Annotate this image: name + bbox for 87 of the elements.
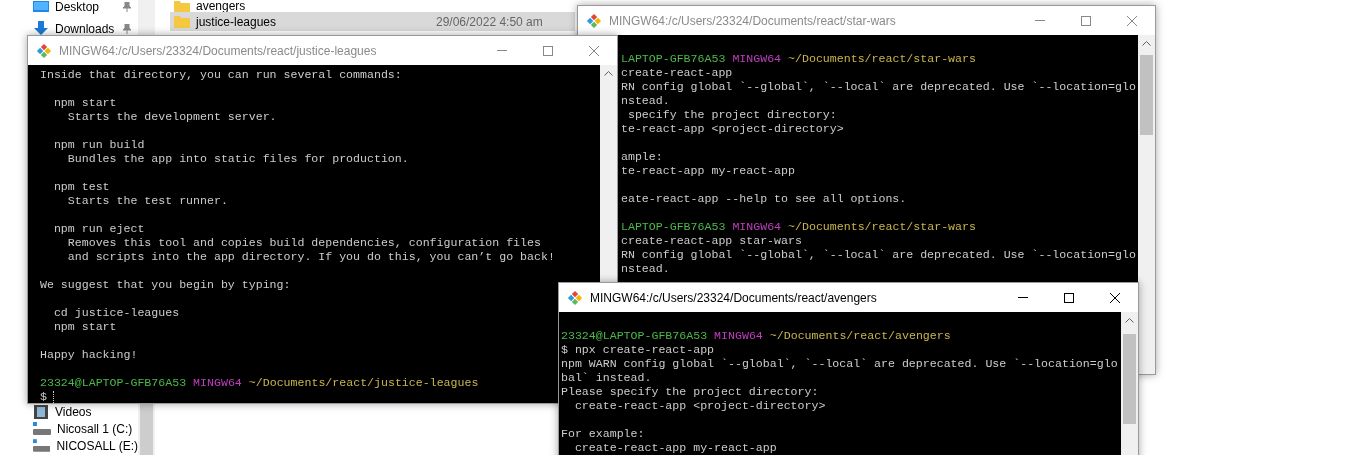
folder-icon — [174, 15, 190, 28]
prompt-user: 23324@LAPTOP-GFB76A53 — [40, 376, 187, 390]
prompt-path: ~/Documents/react/star-wars — [788, 52, 976, 66]
terminal-line: RN config global `--global`, `--local` are deprecated. Use `--location=glo — [621, 80, 1136, 93]
terminal-line: bal` instead. — [561, 371, 652, 384]
file-row[interactable]: justice-leagues 29/06/2022 4:50 am — [170, 12, 575, 31]
file-date: 29/06/2022 4:50 am — [436, 13, 543, 31]
nav-label: Downloads — [55, 23, 115, 35]
terminal-line: and scripts into the app directory. If you do this, you can’t go back! — [66, 250, 555, 263]
terminal-line: Bundles the app into static files for production. — [66, 152, 409, 165]
git-diamond-icon — [36, 42, 52, 59]
window-title: MINGW64:/c/Users/23324/Documents/react/avengers — [590, 289, 877, 307]
terminal-line: npm WARN config global `--global`, `--local` are deprecated. Use `--location=glo — [561, 357, 1118, 370]
terminal-line: npm start — [52, 96, 117, 109]
git-diamond-icon — [567, 289, 583, 306]
desktop-icon — [33, 0, 49, 14]
git-diamond-icon — [586, 12, 602, 29]
minimize-icon — [1035, 20, 1045, 21]
nav-label: NICOSALL (E:) — [56, 440, 138, 452]
terminal-line: ample: — [621, 150, 663, 163]
prompt-shell: MINGW64 — [732, 220, 782, 234]
maximize-icon — [1064, 292, 1074, 303]
scroll-thumb[interactable] — [1140, 55, 1153, 135]
terminal-line: te-react-app <project-directory> — [621, 122, 844, 135]
text-cursor — [52, 391, 54, 403]
scroll-up-icon — [1142, 41, 1151, 46]
nav-item[interactable]: NICOSALL (E:) — [0, 438, 138, 454]
minimize-icon — [497, 50, 507, 51]
prompt-user: 23324@LAPTOP-GFB76A53 — [561, 329, 708, 343]
close-icon — [1127, 15, 1137, 26]
drive-icon — [33, 439, 51, 453]
close-icon — [1110, 292, 1120, 303]
scroll-up-icon — [604, 71, 613, 76]
terminal-line: create-react-app <project-directory> — [573, 399, 826, 412]
terminal-line: npm test — [52, 180, 110, 193]
terminal-line: specify the project directory: — [626, 108, 837, 121]
terminal-line: nstead. — [621, 262, 670, 275]
terminal-line: RN config global `--global`, `--local` are deprecated. Use `--location=glo — [621, 248, 1136, 261]
terminal-line: te-react-app my-react-app — [621, 164, 795, 177]
file-name: justice-leagues — [196, 13, 278, 31]
nav-item[interactable]: Downloads — [0, 23, 138, 35]
terminal-line: Happy hacking! — [40, 348, 138, 361]
nav-label: Desktop — [55, 1, 100, 13]
scroll-thumb[interactable] — [1123, 334, 1136, 424]
terminal-line: npm run eject — [52, 222, 145, 235]
nav-label: Videos — [55, 406, 92, 418]
nav-item[interactable]: Nicosall 1 (C:) — [0, 421, 138, 437]
nav-item[interactable]: Videos — [0, 404, 138, 420]
scroll-up-icon — [1125, 318, 1134, 323]
terminal-line: create-react-app star-wars — [621, 234, 802, 247]
nav-item[interactable]: Desktop — [0, 1, 138, 13]
close-icon — [589, 45, 599, 56]
terminal-line: cd justice-leagues — [52, 306, 180, 319]
prompt-path: ~/Documents/react/star-wars — [788, 220, 976, 234]
maximize-icon — [543, 45, 553, 56]
prompt-user: LAPTOP-GFB76A53 — [621, 220, 726, 234]
terminal-line: eate-react-app --help to see all options. — [621, 192, 907, 205]
nav-label: Nicosall 1 (C:) — [57, 423, 133, 435]
terminal-line: create-react-app my-react-app — [573, 441, 777, 454]
prompt-symbol: $ — [40, 390, 47, 403]
window-title: MINGW64:/c/Users/23324/Documents/react/justice-leagues — [59, 42, 377, 60]
terminal-line: $ npx create-react-app — [561, 343, 715, 356]
window-title: MINGW64:/c/Users/23324/Documents/react/star-wars — [609, 12, 896, 30]
terminal-line: We suggest that you begin by typing: — [40, 278, 291, 291]
terminal-line: npm run build — [52, 138, 145, 151]
terminal-line: Inside that directory, you can run several commands: — [40, 68, 402, 81]
film-icon — [33, 404, 49, 420]
terminal-line: Please specify the project directory: — [561, 385, 819, 398]
down-arrow-icon — [33, 21, 49, 37]
prompt-user: LAPTOP-GFB76A53 — [621, 52, 726, 66]
terminal-line: Starts the development server. — [66, 110, 277, 123]
terminal-line: create-react-app — [621, 66, 733, 79]
prompt-shell: MINGW64 — [714, 329, 763, 343]
terminal-line: For example: — [561, 427, 645, 440]
terminal-line: Starts the test runner. — [66, 194, 228, 207]
file-row[interactable]: avengers — [170, 0, 575, 12]
maximize-icon — [1081, 15, 1091, 26]
prompt-shell: MINGW64 — [193, 376, 242, 390]
drive-icon — [33, 422, 51, 436]
prompt-path: ~/Documents/react/avengers — [769, 329, 951, 343]
file-name: avengers — [196, 0, 247, 15]
terminal-line: npm start — [52, 320, 117, 333]
prompt-path: ~/Documents/react/justice-leagues — [248, 376, 479, 390]
terminal-line: nstead. — [621, 94, 670, 107]
minimize-icon — [1018, 297, 1028, 298]
terminal-line: Removes this tool and copies build dependencies, configuration files — [66, 236, 541, 249]
prompt-shell: MINGW64 — [732, 52, 782, 66]
